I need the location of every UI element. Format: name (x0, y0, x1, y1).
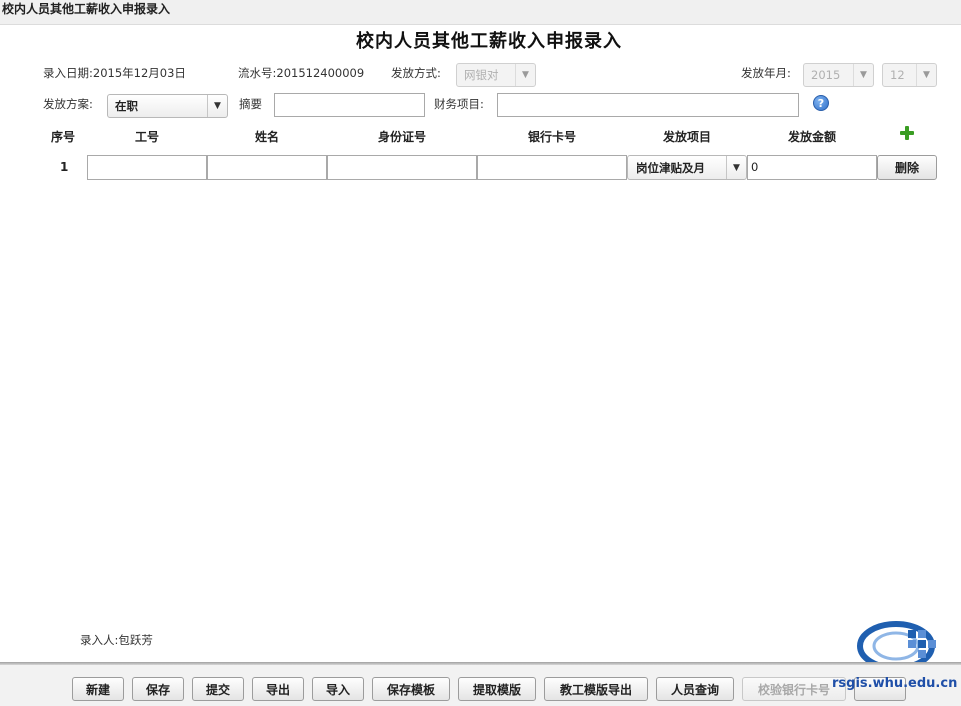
window-title: 校内人员其他工薪收入申报录入 (0, 0, 961, 25)
serial-number: 流水号:201512400009 (238, 66, 365, 80)
summary-label: 摘要 (239, 97, 262, 111)
entry-date: 录入日期:2015年12月03日 (43, 66, 186, 80)
export-button[interactable]: 导出 (252, 677, 304, 701)
chevron-down-icon: ▼ (207, 95, 227, 117)
pay-month-select[interactable]: 12 ▼ (882, 63, 937, 87)
new-button[interactable]: 新建 (72, 677, 124, 701)
fetch-template-button[interactable]: 提取模版 (458, 677, 536, 701)
column-header-bank-card: 银行卡号 (527, 130, 576, 144)
id-no-input[interactable] (327, 155, 477, 180)
save-template-button[interactable]: 保存模板 (372, 677, 450, 701)
plan-value: 在职 (115, 99, 138, 113)
finance-item-label: 财务项目: (434, 97, 484, 111)
recorder-label: 录入人:包跃芳 (80, 633, 153, 647)
save-button[interactable]: 保存 (132, 677, 184, 701)
chevron-down-icon: ▼ (853, 64, 873, 86)
finance-item-input[interactable] (497, 93, 799, 117)
column-header-pay-item: 发放项目 (662, 130, 711, 144)
import-button[interactable]: 导入 (312, 677, 364, 701)
plan-label: 发放方案: (43, 97, 93, 111)
delete-row-button[interactable]: 删除 (877, 155, 937, 180)
chevron-down-icon: ▼ (515, 64, 535, 86)
person-query-button[interactable]: 人员查询 (656, 677, 734, 701)
pay-item-value: 岗位津贴及月 (636, 160, 705, 175)
staff-template-export-button[interactable]: 教工模版导出 (544, 677, 648, 701)
amount-input[interactable]: 0 (747, 155, 877, 180)
pay-method-select[interactable]: 网银对 ▼ (456, 63, 536, 87)
pay-year-value: 2015 (811, 68, 841, 82)
column-header-index: 序号 (50, 130, 75, 144)
pay-month-value: 12 (890, 68, 905, 82)
column-header-emp-no: 工号 (134, 130, 159, 144)
site-watermark: rsgis.whu.edu.cn (832, 676, 958, 691)
pay-method-value: 网银对 (464, 68, 499, 82)
column-header-name: 姓名 (254, 130, 279, 144)
name-input[interactable] (207, 155, 327, 180)
submit-button[interactable]: 提交 (192, 677, 244, 701)
plan-select[interactable]: 在职 ▼ (107, 94, 228, 118)
bank-card-input[interactable] (477, 155, 627, 180)
add-row-icon[interactable] (900, 126, 914, 140)
verify-bank-card-button[interactable]: 校验银行卡号 (742, 677, 846, 701)
summary-input[interactable] (274, 93, 425, 117)
emp-no-input[interactable] (87, 155, 207, 180)
pay-method-label: 发放方式: (391, 66, 441, 80)
pay-item-select[interactable]: 岗位津贴及月 ▼ (627, 155, 747, 180)
chevron-down-icon: ▼ (916, 64, 936, 86)
help-icon[interactable]: ? (813, 95, 829, 111)
row-index: 1 (60, 160, 69, 174)
column-header-amount: 发放金额 (787, 130, 836, 144)
pay-year-month-label: 发放年月: (741, 66, 791, 80)
chevron-down-icon: ▼ (726, 156, 746, 179)
column-header-id-no: 身份证号 (377, 130, 426, 144)
pay-year-select[interactable]: 2015 ▼ (803, 63, 874, 87)
page-title: 校内人员其他工薪收入申报录入 (356, 31, 622, 52)
